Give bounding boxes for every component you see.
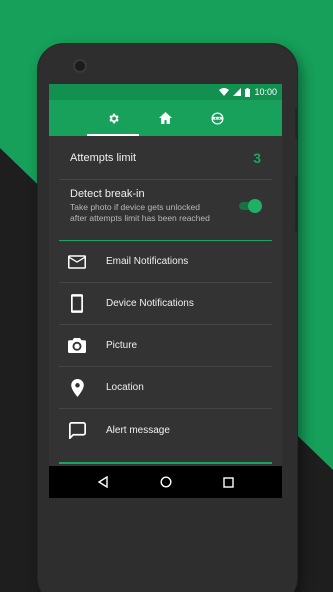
menu-item-alert-message[interactable]: Alert message — [59, 409, 272, 451]
cell-signal-icon — [233, 88, 242, 96]
app-screen: 10:00 Attempts limit 3 Detect break-in T… — [49, 84, 282, 498]
detect-break-in-subtitle-line2: after attempts limit has been reached — [70, 213, 210, 223]
attempts-limit-row[interactable]: Attempts limit 3 — [59, 136, 272, 180]
attempts-limit-label: Attempts limit — [70, 151, 137, 164]
menu-item-label: Picture — [106, 340, 138, 351]
settings-content: Attempts limit 3 Detect break-in Take ph… — [49, 136, 282, 466]
detect-break-in-subtitle-line1: Take photo if device gets unlocked — [70, 202, 200, 212]
front-camera — [73, 59, 87, 73]
power-button — [295, 176, 298, 232]
menu-item-label: Device Notifications — [106, 298, 194, 309]
tab-bar — [49, 100, 282, 136]
status-time: 10:00 — [254, 87, 277, 97]
menu-item-picture[interactable]: Picture — [59, 325, 272, 367]
detect-break-in-toggle[interactable] — [238, 199, 262, 213]
back-icon[interactable] — [97, 476, 109, 488]
menu-item-email[interactable]: Email Notifications — [59, 241, 272, 283]
notification-menu: Email Notifications Device Notifications — [49, 241, 282, 451]
battery-icon — [245, 87, 251, 97]
gear-icon — [108, 113, 119, 123]
home-icon — [158, 112, 172, 124]
nav-bar — [49, 466, 282, 498]
volume-button — [295, 108, 298, 138]
bottom-accent-line — [59, 462, 272, 464]
detect-break-in-row[interactable]: Detect break-in Take photo if device get… — [49, 180, 282, 240]
menu-item-location[interactable]: Location — [59, 367, 272, 409]
menu-item-label: Location — [106, 382, 144, 393]
home-button-icon[interactable] — [160, 476, 172, 488]
device-icon — [59, 294, 95, 313]
tab-settings[interactable] — [87, 100, 139, 136]
masked-face-icon — [210, 111, 224, 125]
wifi-icon — [219, 88, 230, 96]
detect-break-in-subtitle: Take photo if device gets unlocked after… — [70, 202, 261, 224]
email-icon — [59, 254, 95, 269]
status-bar: 10:00 — [49, 84, 282, 100]
menu-item-device[interactable]: Device Notifications — [59, 283, 272, 325]
menu-item-label: Alert message — [106, 424, 170, 436]
tab-intruder[interactable] — [191, 100, 243, 136]
attempts-limit-value: 3 — [253, 149, 261, 166]
chat-bubble-icon — [59, 421, 95, 439]
menu-item-label: Email Notifications — [106, 256, 189, 267]
location-pin-icon — [59, 378, 95, 397]
camera-icon — [59, 338, 95, 353]
tab-home[interactable] — [139, 100, 191, 136]
recents-icon[interactable] — [223, 476, 235, 488]
detect-break-in-title: Detect break-in — [70, 188, 145, 200]
toggle-thumb — [248, 199, 262, 213]
